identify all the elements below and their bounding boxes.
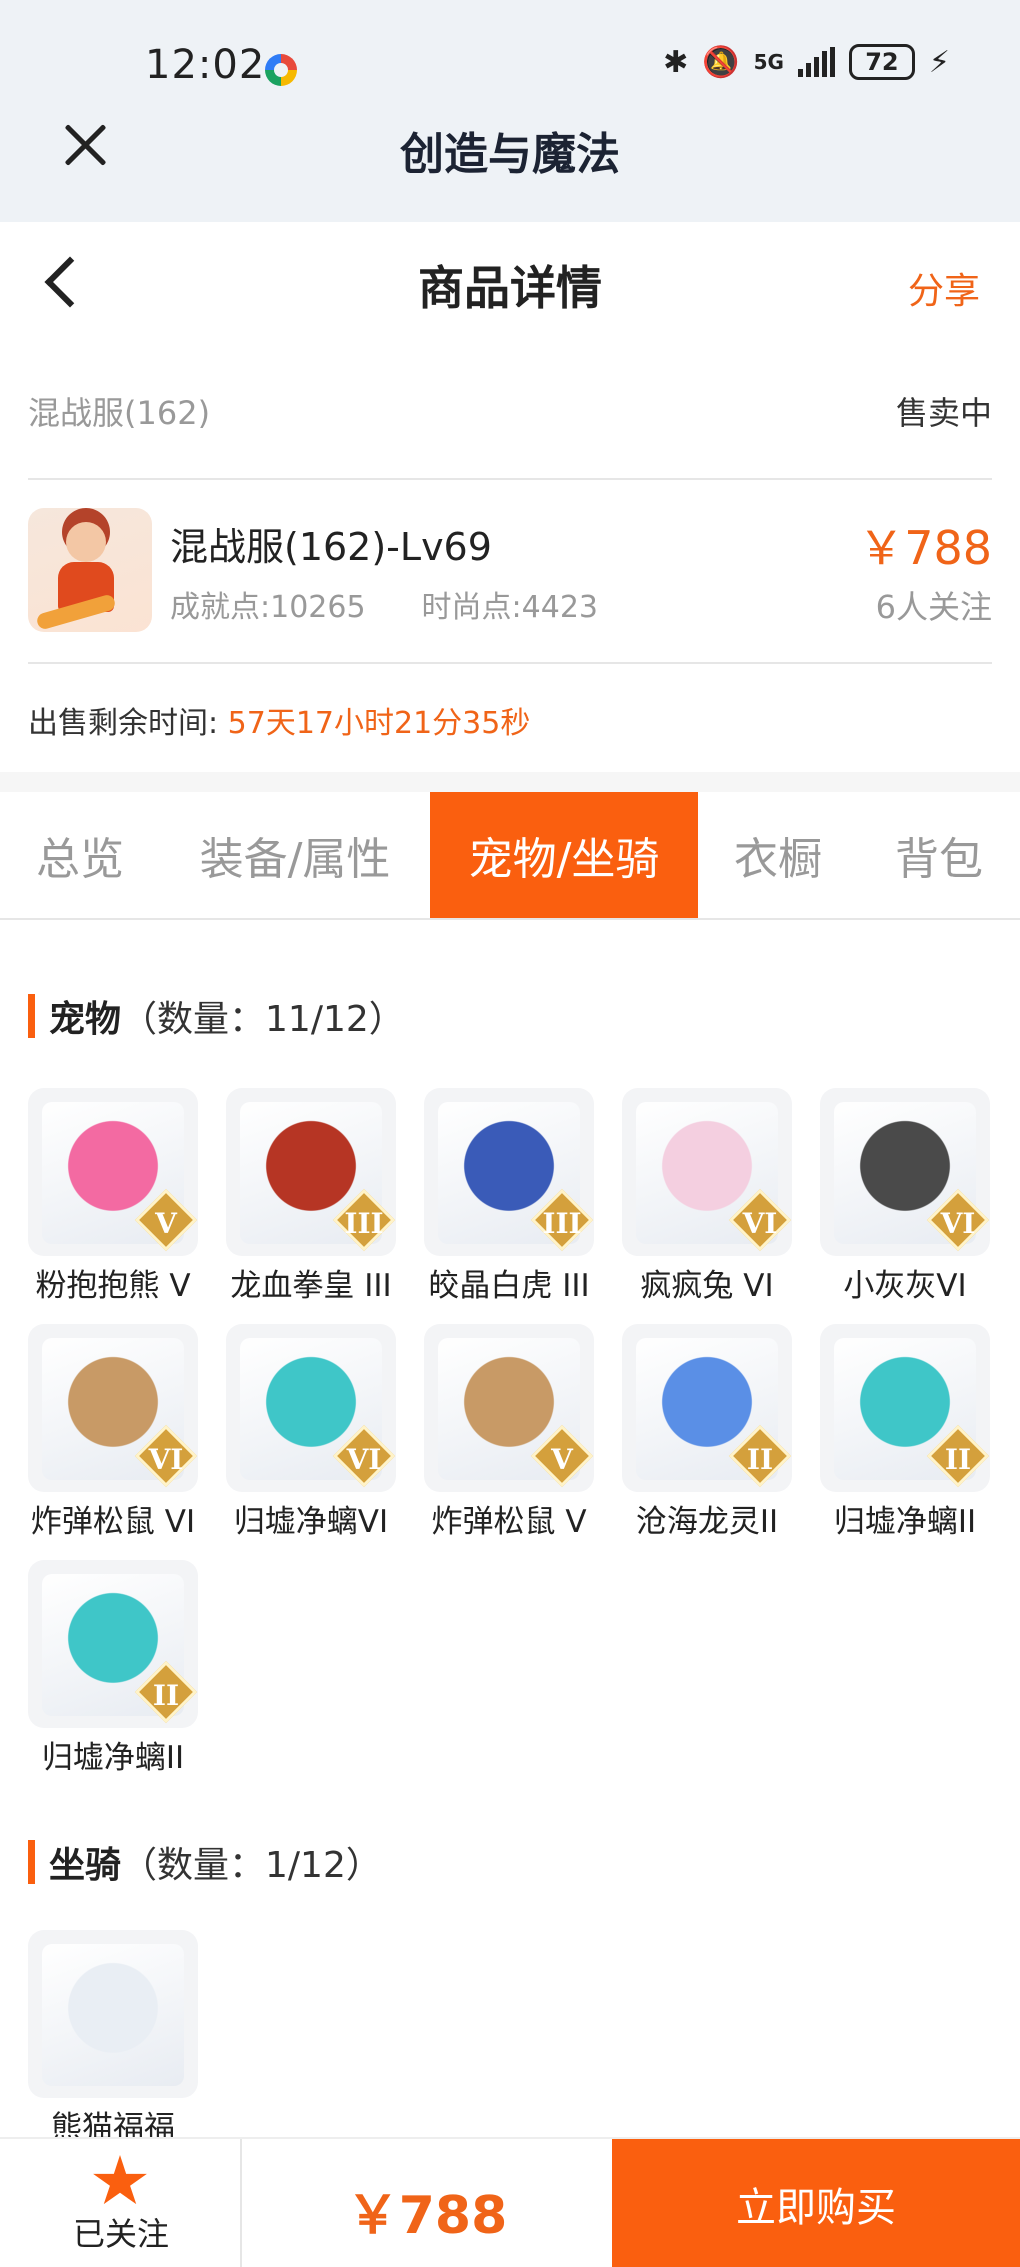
item-name: 疯疯兔 VI (640, 1268, 774, 1304)
section-accent-bar (28, 994, 35, 1038)
rank-badge-text: V (551, 1443, 573, 1476)
item-name: 归墟净螭II (41, 1740, 185, 1776)
server-row: 混战服(162) 售卖中 (28, 388, 992, 438)
section-accent-bar (28, 1840, 35, 1884)
mounts-title: 坐骑 (49, 1845, 122, 1886)
sale-status: 售卖中 (895, 394, 992, 432)
rank-badge-text: VI (148, 1443, 184, 1476)
signal-icon (797, 47, 835, 77)
product-price: ￥788 (858, 521, 992, 575)
rank-badge-text: VI (742, 1207, 778, 1240)
product-name: 混战服(162)-Lv69 (170, 525, 492, 569)
status-icons: ✱ 🔕 5G 72 ⚡ (663, 44, 950, 80)
item-name: 小灰灰VI (843, 1268, 967, 1304)
follow-label: 已关注 (72, 2215, 169, 2253)
item-name: 归墟净螭VI (233, 1504, 389, 1540)
pets-title: 宠物 (49, 999, 122, 1040)
item-artwork (42, 1944, 184, 2086)
bluetooth-icon: ✱ (663, 44, 689, 80)
product-meta: 成就点:10265 时尚点:4423 (170, 582, 598, 626)
item-tile[interactable]: III (226, 1088, 396, 1256)
tab-equipment[interactable]: 装备/属性 (160, 792, 430, 918)
product-summary: 混战服(162)-Lv69 成就点:10265 时尚点:4423 ￥788 6人… (28, 506, 992, 636)
mute-bell-icon: 🔕 (702, 44, 740, 80)
watcher-count: 6人关注 (875, 588, 992, 626)
pets-section-title: 宠物 （数量：11/12） (28, 990, 405, 1042)
item-tile[interactable]: V (424, 1324, 594, 1492)
follow-button[interactable]: 已关注 (0, 2139, 242, 2267)
achievement-points: 成就点:10265 (170, 590, 366, 625)
rank-badge-text: III (542, 1207, 582, 1240)
remaining-label: 出售剩余时间: (28, 706, 219, 741)
item-tile[interactable]: V (28, 1088, 198, 1256)
rank-badge-text: VI (346, 1443, 382, 1476)
detail-tabs: 总览 装备/属性 宠物/坐骑 衣橱 背包 (0, 792, 1020, 920)
rank-badge-text: V (155, 1207, 177, 1240)
divider (28, 662, 992, 664)
item-tile[interactable]: VI (622, 1088, 792, 1256)
server-name: 混战服(162) (28, 394, 211, 432)
item-name: 沧海龙灵II (635, 1504, 779, 1540)
item-tile[interactable]: II (820, 1324, 990, 1492)
item-tile[interactable]: VI (226, 1324, 396, 1492)
mounts-section-title: 坐骑 （数量：1/12） (28, 1836, 382, 1888)
remaining-value: 57天17小时21分35秒 (227, 706, 531, 741)
rank-badge-text: II (746, 1443, 774, 1476)
item-tile[interactable]: VI (28, 1324, 198, 1492)
tab-backpack[interactable]: 背包 (858, 792, 1020, 918)
item-tile[interactable]: VI (820, 1088, 990, 1256)
app-notification-icon (265, 54, 297, 86)
tab-pets-mounts[interactable]: 宠物/坐骑 (430, 792, 698, 918)
item-name: 炸弹松鼠 VI (30, 1504, 196, 1540)
item-name: 归墟净螭II (833, 1504, 977, 1540)
network-label: 5G (753, 50, 784, 74)
fashion-points: 时尚点:4423 (421, 590, 599, 625)
character-avatar (28, 508, 152, 632)
rank-badge-text: II (944, 1443, 972, 1476)
tab-overview[interactable]: 总览 (0, 792, 160, 918)
item-tile[interactable]: II (622, 1324, 792, 1492)
page-title: 商品详情 (418, 261, 602, 315)
remaining-time: 出售剩余时间: 57天17小时21分35秒 (28, 698, 530, 742)
buy-now-button[interactable]: 立即购买 (612, 2139, 1020, 2267)
item-name: 皎晶白虎 III (428, 1268, 590, 1304)
charging-icon: ⚡ (928, 44, 950, 80)
mounts-count: （数量：1/12） (121, 1845, 382, 1886)
app-title: 创造与魔法 (400, 129, 620, 180)
share-button[interactable]: 分享 (908, 262, 980, 314)
status-and-app-bar: 12:02 ✱ 🔕 5G 72 ⚡ 创造与魔法 (0, 0, 1020, 222)
bottom-price: ￥788 (346, 2186, 508, 2246)
divider (28, 478, 992, 480)
section-gap (0, 772, 1020, 792)
status-time: 12:02 (145, 42, 266, 88)
rank-badge-text: VI (940, 1207, 976, 1240)
item-name: 炸弹松鼠 V (431, 1504, 587, 1540)
tab-wardrobe[interactable]: 衣橱 (698, 792, 858, 918)
item-tile[interactable]: III (424, 1088, 594, 1256)
rank-badge-text: III (344, 1207, 384, 1240)
item-tile[interactable] (28, 1930, 198, 2098)
pets-count: （数量：11/12） (121, 999, 405, 1040)
item-tile[interactable]: II (28, 1560, 198, 1728)
page-header: 商品详情 分享 (0, 222, 1020, 348)
battery-icon: 72 (848, 44, 915, 80)
item-name: 龙血拳皇 III (230, 1268, 392, 1304)
item-name: 粉抱抱熊 V (35, 1268, 191, 1304)
star-icon (93, 2155, 147, 2205)
bottom-bar: 已关注 ￥788 立即购买 (0, 2137, 1020, 2267)
rank-badge-text: II (152, 1679, 180, 1712)
